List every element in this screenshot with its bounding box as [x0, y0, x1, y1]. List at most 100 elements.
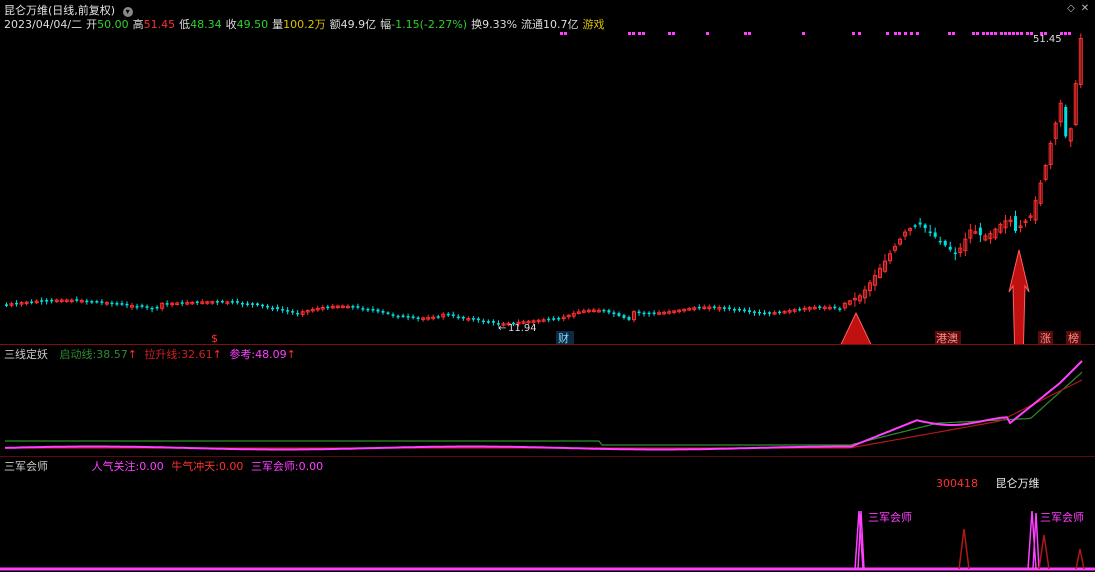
lift-line-label: 拉升线:: [144, 348, 182, 361]
candle-body: [50, 299, 54, 302]
bull-value: 0.00: [218, 460, 244, 473]
candle-body: [220, 300, 224, 303]
stock-name: 昆仑万维: [995, 477, 1040, 490]
signal-dot: [564, 32, 567, 35]
candle-body: [712, 306, 716, 308]
lift-line: [5, 379, 1083, 449]
ref-line-value: 48.09: [255, 348, 287, 361]
ref-line: [4, 360, 1083, 451]
signal-dot: [560, 32, 563, 35]
signal-dot: [744, 32, 747, 35]
signal-dot: [1068, 32, 1071, 35]
event-label-1[interactable]: 财: [558, 331, 569, 344]
candle-body: [978, 227, 982, 236]
candle-body: [215, 301, 219, 303]
event-label-2[interactable]: 港澳: [936, 332, 958, 344]
signal-dot: [952, 32, 955, 35]
price-panel[interactable]: 昆仑万维(日线,前复权) ▾ 2023/04/04/二 开50.00 高51.45 低…: [0, 0, 1095, 344]
candle-body: [195, 301, 199, 303]
ref-line-label: 参考:: [229, 348, 256, 361]
candle-body: [768, 312, 772, 314]
bull-spike: [1075, 548, 1085, 570]
candle-body: [326, 306, 330, 309]
signal-dot: [898, 32, 901, 35]
signal-dot: [986, 32, 989, 35]
event-label-4[interactable]: 榜: [1068, 331, 1079, 344]
signal-dot: [1000, 32, 1003, 35]
candle-body: [552, 318, 556, 320]
candle-body: [30, 301, 34, 304]
candle-body: [742, 309, 746, 312]
candle-body: [381, 311, 385, 313]
candle-body: [281, 309, 285, 311]
candle-body: [401, 315, 405, 317]
signal-dot: [982, 32, 985, 35]
lift-line-value: 32.61: [181, 348, 213, 361]
low-price-mark: 11.94: [508, 323, 537, 334]
joint-label: 三军会师:: [250, 460, 299, 473]
candle-body: [396, 315, 400, 318]
candle-body: [622, 315, 626, 318]
signal-dot: [1026, 32, 1029, 35]
candle-body: [778, 311, 782, 314]
signal-dot: [894, 32, 897, 35]
launch-line-label: 启动线:: [59, 348, 97, 361]
signal-dot: [1020, 32, 1023, 35]
candle-body: [240, 302, 244, 305]
arrow-shape: [1008, 249, 1030, 344]
event-label-0[interactable]: $: [211, 332, 218, 344]
signal-dot: [628, 32, 631, 35]
candle-body: [436, 316, 440, 318]
candle-body: [476, 318, 480, 321]
candle-body: [481, 320, 485, 323]
signal-label-2: 三军会师: [1040, 511, 1084, 524]
candle-body: [155, 306, 159, 309]
candle-body: [913, 225, 917, 227]
candle-body: [256, 303, 259, 306]
candle-body: [637, 311, 641, 314]
candle-body: [286, 310, 290, 312]
candle-body: [95, 301, 99, 303]
candle-body: [752, 311, 756, 313]
candle-body: [612, 312, 616, 315]
candlestick-chart[interactable]: 51.45 11.94 ← $ 财 港澳 涨 榜: [0, 0, 1095, 344]
candle-body: [110, 302, 114, 305]
candle-body: [732, 309, 736, 311]
candle-body: [446, 313, 450, 316]
candle-body: [165, 303, 169, 305]
candle-body: [115, 303, 119, 305]
candle-body: [491, 321, 495, 323]
signal-dot: [632, 32, 635, 35]
up-arrow-icon: [840, 311, 872, 344]
candle-body: [557, 317, 561, 320]
candle-body: [125, 303, 129, 306]
candle-body: [697, 306, 701, 309]
launch-line-arrow: ↑: [127, 348, 137, 361]
candle-body: [602, 309, 606, 312]
candle-body: [416, 317, 420, 320]
popularity-label: 人气关注:: [91, 460, 140, 473]
candle-body: [250, 303, 254, 305]
event-label-3[interactable]: 涨: [1040, 332, 1051, 344]
sub2-title[interactable]: 三军会师: [4, 460, 48, 473]
candle-body: [833, 306, 837, 309]
indicator-panel-2[interactable]: 三军会师 三军会师 三军会师 人气关注:0.00 牛气冲天:0.00 三军会师:…: [0, 457, 1095, 572]
joint-value: 0.00: [298, 460, 324, 473]
candle-body: [271, 307, 275, 310]
indicator-panel-1[interactable]: 三线定妖 启动线:38.57↑ 拉升线:32.61↑ 参考:48.09↑: [0, 345, 1095, 456]
signal-dot: [916, 32, 919, 35]
candle-body: [261, 304, 265, 307]
signal-dot: [990, 32, 993, 35]
candle-body: [235, 301, 239, 303]
signal-dot: [976, 32, 979, 35]
signal-dot: [638, 32, 641, 35]
candle-body: [627, 317, 631, 320]
signal-dot: [802, 32, 805, 35]
launch-line-value: 38.57: [96, 348, 128, 361]
candle-body: [737, 308, 741, 311]
candle-body: [747, 310, 751, 312]
sub1-header: 三线定妖 启动线:38.57↑ 拉升线:32.61↑ 参考:48.09↑: [4, 346, 300, 362]
candle-body: [351, 306, 355, 308]
candle-body: [276, 307, 280, 310]
sub1-title[interactable]: 三线定妖: [4, 348, 48, 361]
